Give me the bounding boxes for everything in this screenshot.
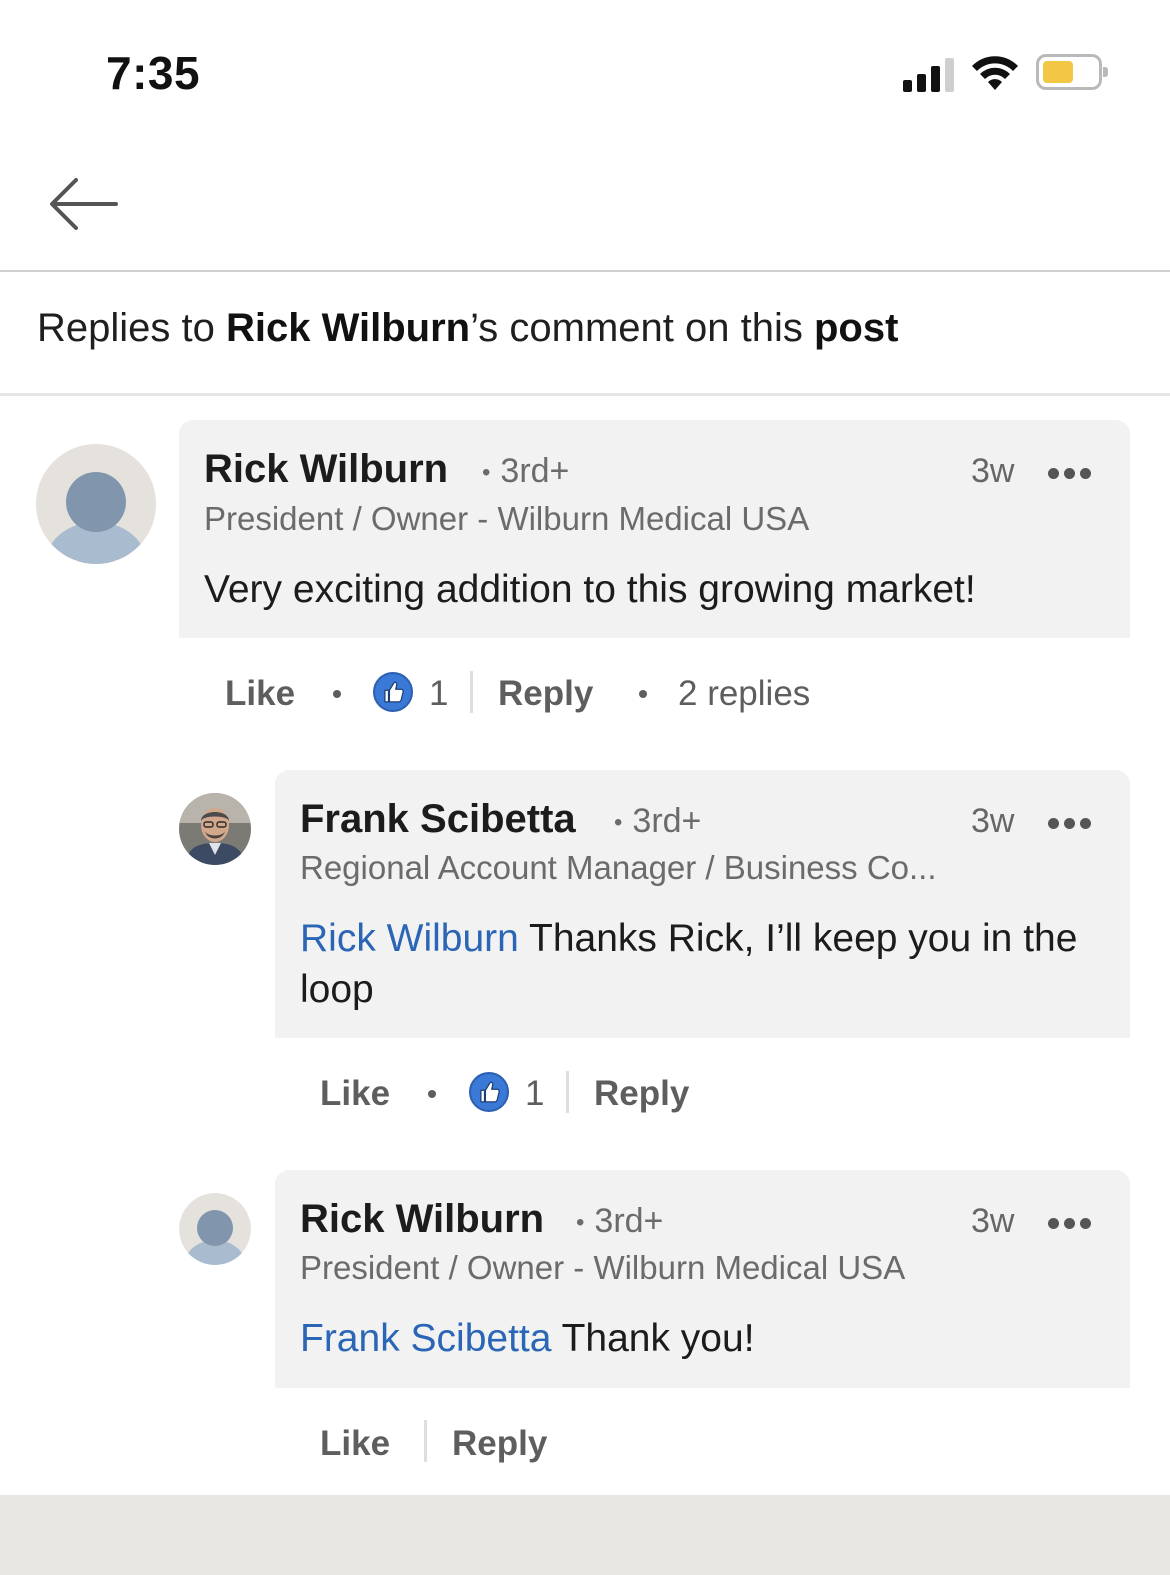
reply-button[interactable]: Reply bbox=[452, 1424, 547, 1464]
bottom-bar bbox=[0, 1495, 1170, 1575]
author-headline: President / Owner - Wilburn Medical USA bbox=[300, 1249, 906, 1286]
page-heading: Replies to Rick Wilburn’s comment on thi… bbox=[37, 306, 899, 350]
heading-post-link[interactable]: post bbox=[814, 306, 898, 350]
avatar[interactable] bbox=[36, 444, 156, 564]
profile-photo bbox=[179, 793, 251, 865]
separator-dot bbox=[333, 690, 341, 698]
action-divider bbox=[424, 1420, 427, 1462]
avatar[interactable] bbox=[179, 793, 251, 865]
status-time: 7:35 bbox=[106, 47, 201, 99]
battery-icon bbox=[1036, 54, 1108, 90]
default-avatar-icon bbox=[36, 444, 156, 564]
comment-text: Very exciting addition to this growing m… bbox=[204, 568, 976, 611]
thumbs-up-icon[interactable] bbox=[373, 672, 413, 712]
replies-count-link[interactable]: 2 replies bbox=[678, 674, 810, 714]
thumbs-up-icon[interactable] bbox=[469, 1072, 509, 1112]
like-button[interactable]: Like bbox=[225, 674, 295, 714]
author-headline: President / Owner - Wilburn Medical USA bbox=[204, 500, 810, 537]
status-bar: 7:35 bbox=[0, 0, 1170, 140]
wifi-icon bbox=[972, 56, 1018, 90]
more-options-icon[interactable] bbox=[1048, 468, 1092, 480]
separator-dot bbox=[428, 1090, 436, 1098]
separator-dot bbox=[639, 690, 647, 698]
comment-text: Frank Scibetta Thank you! bbox=[300, 1317, 755, 1360]
author-headline: Regional Account Manager / Business Co..… bbox=[300, 849, 937, 886]
mention-link[interactable]: Rick Wilburn bbox=[300, 917, 519, 960]
reply-button[interactable]: Reply bbox=[594, 1074, 689, 1114]
comment-text: Rick Wilburn Thanks Rick, I’ll keep you … bbox=[300, 917, 1078, 1011]
avatar[interactable] bbox=[179, 1193, 251, 1265]
like-button[interactable]: Like bbox=[320, 1074, 390, 1114]
reply-button[interactable]: Reply bbox=[498, 674, 593, 714]
mention-link[interactable]: Frank Scibetta bbox=[300, 1317, 551, 1360]
connection-degree: • 3rd+ bbox=[576, 1202, 664, 1240]
cellular-signal-icon bbox=[903, 56, 955, 92]
connection-degree: • 3rd+ bbox=[482, 452, 570, 490]
heading-author-link[interactable]: Rick Wilburn bbox=[226, 306, 470, 350]
comment-author[interactable]: Rick Wilburn bbox=[204, 447, 448, 492]
connection-degree: • 3rd+ bbox=[614, 802, 702, 840]
like-count: 1 bbox=[429, 674, 449, 713]
like-count: 1 bbox=[525, 1074, 545, 1113]
default-avatar-icon bbox=[179, 1193, 251, 1265]
comment-time: 3w bbox=[971, 802, 1015, 840]
action-divider bbox=[470, 671, 473, 713]
comment-time: 3w bbox=[971, 1202, 1015, 1240]
heading-divider bbox=[0, 393, 1170, 396]
like-button[interactable]: Like bbox=[320, 1424, 390, 1464]
comment-author[interactable]: Frank Scibetta bbox=[300, 797, 576, 842]
back-arrow-icon[interactable] bbox=[46, 172, 122, 236]
comment-author[interactable]: Rick Wilburn bbox=[300, 1197, 544, 1242]
more-options-icon[interactable] bbox=[1048, 818, 1092, 830]
header-divider bbox=[0, 270, 1170, 272]
more-options-icon[interactable] bbox=[1048, 1218, 1092, 1230]
comment-time: 3w bbox=[971, 452, 1015, 490]
action-divider bbox=[566, 1071, 569, 1113]
